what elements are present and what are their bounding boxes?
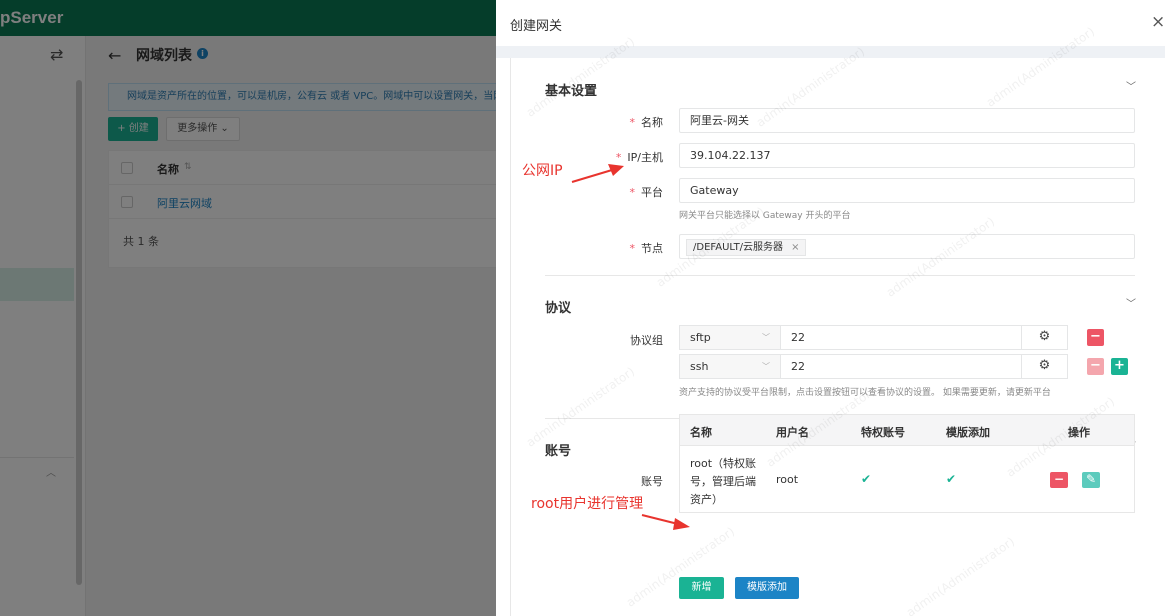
platform-label: * 平台 xyxy=(629,186,664,199)
protocol-help: 资产支持的协议受平台限制，点击设置按钮可以查看协议的设置。 如果需要更新，请更新… xyxy=(679,388,1051,398)
chevron-down-icon: ﹀ xyxy=(762,362,770,371)
edit-icon: ✎ xyxy=(1085,472,1097,486)
required-mark: * xyxy=(629,186,636,199)
drawer-body: 基本设置 ﹀ * 名称 阿里云-网关 * IP/主机 39.104.22.137 *… xyxy=(510,58,1165,616)
account-username: root xyxy=(776,473,799,486)
add-protocol-button[interactable]: + xyxy=(1111,358,1128,375)
annotation-public-ip: 公网IP xyxy=(522,163,563,179)
template-check-icon: ✔ xyxy=(946,472,957,486)
required-mark: * xyxy=(629,242,636,255)
modal-overlay[interactable] xyxy=(0,0,496,616)
privileged-check-icon: ✔ xyxy=(861,472,872,486)
protocol-settings-button[interactable]: ⚙ xyxy=(1021,354,1068,379)
protocol-settings-button[interactable]: ⚙ xyxy=(1021,325,1068,350)
drawer-header: 创建网关 × xyxy=(496,0,1165,46)
section-title-account: 账号 xyxy=(545,444,572,459)
column-header-actions: 操作 xyxy=(1068,426,1090,439)
protocol-select[interactable]: ssh ﹀ xyxy=(679,354,781,379)
section-title-protocol: 协议 xyxy=(545,301,572,316)
delete-account-button[interactable]: − xyxy=(1050,472,1068,488)
column-header-username: 用户名 xyxy=(776,426,809,439)
column-header-template-add: 模版添加 xyxy=(946,426,990,439)
create-gateway-drawer: 创建网关 × 基本设置 ﹀ * 名称 阿里云-网关 * IP/主机 39.104.2… xyxy=(496,0,1165,616)
port-input[interactable]: 22 xyxy=(780,354,1022,379)
name-input[interactable]: 阿里云-网关 xyxy=(679,108,1135,133)
drawer-title: 创建网关 xyxy=(510,19,563,34)
close-icon[interactable]: × xyxy=(1151,12,1165,32)
protocol-group-label: 协议组 xyxy=(630,334,663,347)
template-add-button[interactable]: 模版添加 xyxy=(735,577,799,599)
remove-protocol-button[interactable]: − xyxy=(1087,329,1104,346)
chevron-down-icon[interactable]: ﹀ xyxy=(1126,78,1136,93)
column-header-privileged: 特权账号 xyxy=(861,426,905,439)
port-input[interactable]: 22 xyxy=(780,325,1022,350)
remove-protocol-button[interactable]: − xyxy=(1087,358,1104,375)
account-name: root（特权账号，管理后端资产） xyxy=(690,457,757,506)
account-table: 名称 用户名 特权账号 模版添加 操作 root（特权账号，管理后端资产） ro… xyxy=(679,414,1135,513)
platform-select[interactable]: Gateway xyxy=(679,178,1135,203)
tag-close-icon[interactable]: × xyxy=(791,242,799,253)
section-title-basic: 基本设置 xyxy=(545,84,598,99)
account-label: 账号 xyxy=(641,475,663,488)
chevron-down-icon[interactable]: ﹀ xyxy=(1126,295,1136,310)
edit-account-button[interactable]: ✎ xyxy=(1082,472,1100,488)
add-account-button[interactable]: 新增 xyxy=(679,577,724,599)
gear-icon: ⚙ xyxy=(1038,329,1051,344)
ip-input[interactable]: 39.104.22.137 xyxy=(679,143,1135,168)
account-table-header: 名称 用户名 特权账号 模版添加 操作 xyxy=(680,415,1134,446)
chevron-down-icon: ﹀ xyxy=(762,333,770,342)
section-divider xyxy=(545,275,1135,276)
drawer-header-band xyxy=(496,46,1165,58)
required-mark: * xyxy=(615,151,622,164)
node-tag: /DEFAULT/云服务器 × xyxy=(686,239,807,256)
annotation-root-user: root用户进行管理 xyxy=(531,496,644,512)
protocol-select[interactable]: sftp ﹀ xyxy=(679,325,781,350)
platform-help: 网关平台只能选择以 Gateway 开头的平台 xyxy=(679,211,851,221)
required-mark: * xyxy=(629,116,636,129)
node-label: * 节点 xyxy=(629,242,664,255)
name-label: * 名称 xyxy=(629,116,664,129)
gear-icon: ⚙ xyxy=(1038,358,1051,373)
column-header-name: 名称 xyxy=(690,426,712,439)
node-select[interactable]: /DEFAULT/云服务器 × xyxy=(679,234,1135,259)
